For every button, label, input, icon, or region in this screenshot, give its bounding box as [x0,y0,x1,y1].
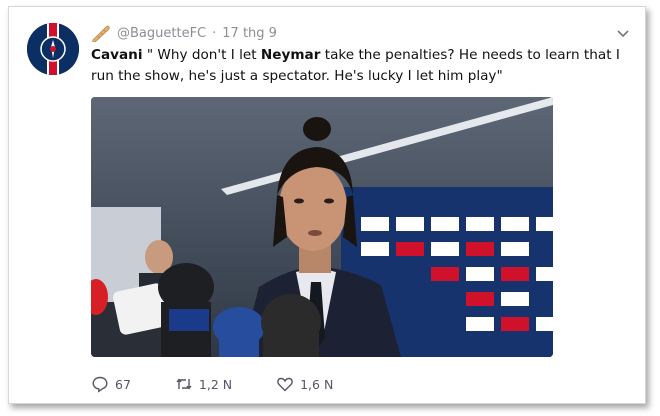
tweet-handle[interactable]: @BaguetteFC [117,26,206,41]
reply-button[interactable]: 67 [91,375,131,393]
retweet-count: 1,2 N [198,376,233,392]
tweet-media-image[interactable] [91,97,553,357]
baguette-icon [92,25,110,42]
chevron-down-icon[interactable] [615,25,631,41]
like-count: 1,6 N [300,376,334,392]
avatar[interactable] [27,23,79,75]
tweet-text-part: " Why don't I let [142,47,261,63]
heart-icon [277,377,293,392]
interview-photo [91,97,553,357]
retweet-icon [176,378,192,390]
tweet-text: Cavani " Why don't I let Neymar take the… [91,45,631,87]
tweet-card[interactable]: @BaguetteFC · 17 thg 9 Cavani " Why don'… [8,6,646,404]
tweet-actions: 67 1,2 N 1,6 N [91,373,377,395]
retweet-button[interactable]: 1,2 N [175,375,232,393]
tweet-text-part: Neymar [260,47,321,63]
like-button[interactable]: 1,6 N [276,375,333,393]
separator-dot: · [212,25,217,41]
tweet-header: @BaguetteFC · 17 thg 9 [91,23,277,43]
tweet-text-part: Cavani [91,47,143,63]
psg-crest-icon [27,23,79,75]
tweet-date[interactable]: 17 thg 9 [222,26,277,41]
reply-icon [92,376,108,393]
reply-count: 67 [115,376,131,392]
